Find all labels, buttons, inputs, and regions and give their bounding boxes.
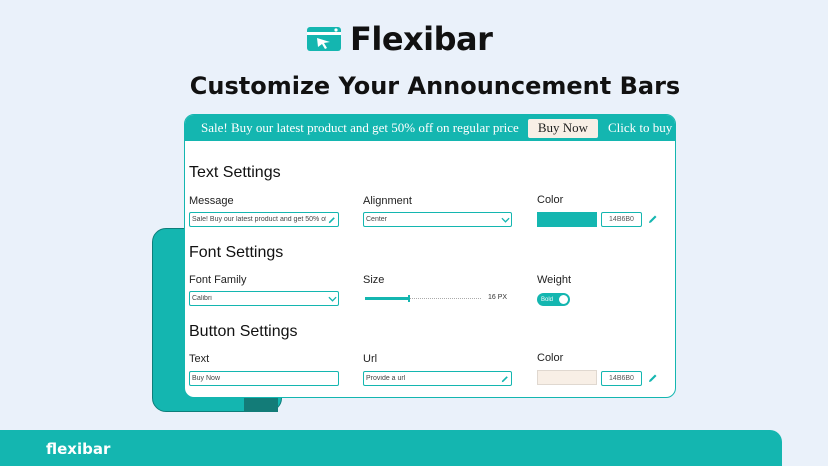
url-label: Url xyxy=(363,353,378,365)
font-size-value: 16 PX xyxy=(488,294,508,301)
button-text-label: Text xyxy=(189,353,210,365)
page-headline: Customize Your Announcement Bars xyxy=(189,72,681,100)
buy-now-button[interactable]: Buy Now xyxy=(527,118,599,138)
alignment-value: Center xyxy=(366,216,388,223)
size-label: Size xyxy=(363,274,385,286)
message-value: Sale! Buy our latest product and get 50%… xyxy=(192,216,326,223)
url-placeholder: Provide a url xyxy=(366,375,406,382)
text-color-label: Color xyxy=(537,194,564,206)
chevron-down-icon xyxy=(326,296,338,302)
button-color-swatch[interactable] xyxy=(537,370,597,385)
announcement-bar-preview: Sale! Buy our latest product and get 50%… xyxy=(185,115,675,141)
slider-fill xyxy=(365,297,408,300)
button-text-field[interactable]: Buy Now xyxy=(189,371,339,386)
ticket-arrow-icon xyxy=(307,27,341,51)
brand-name: Flexibar xyxy=(350,20,493,58)
font-family-label: Font Family xyxy=(189,274,247,286)
text-settings-title: Text Settings xyxy=(189,164,281,181)
pencil-icon[interactable] xyxy=(648,214,658,224)
slider-track-rest xyxy=(408,298,482,299)
brand-logo: Flexibar xyxy=(306,20,493,58)
click-to-buy-link[interactable]: Click to buy xyxy=(608,120,672,136)
footer-brand: flexibar xyxy=(46,440,111,458)
settings-card: Sale! Buy our latest product and get 50%… xyxy=(184,114,676,398)
button-settings-title: Button Settings xyxy=(189,323,298,340)
text-color-swatch[interactable] xyxy=(537,212,597,227)
weight-label: Weight xyxy=(537,274,572,286)
bold-toggle[interactable]: Bold xyxy=(537,293,570,306)
message-field[interactable]: Sale! Buy our latest product and get 50%… xyxy=(189,212,339,227)
url-field[interactable]: Provide a url xyxy=(363,371,512,386)
slider-thumb[interactable] xyxy=(408,295,410,302)
pencil-icon[interactable] xyxy=(648,373,658,383)
font-family-select[interactable]: Calibri xyxy=(189,291,339,306)
bold-toggle-label: Bold xyxy=(541,296,554,303)
footer-bar: flexibar xyxy=(0,430,782,466)
pencil-icon[interactable] xyxy=(499,375,511,383)
text-color-hex[interactable]: 14B6B0 xyxy=(601,212,642,227)
button-text-value: Buy Now xyxy=(192,375,221,382)
button-color-hex[interactable]: 14B6B0 xyxy=(601,371,642,386)
chevron-down-icon xyxy=(499,217,511,223)
button-color-label: Color xyxy=(537,352,564,364)
pencil-icon[interactable] xyxy=(326,216,338,224)
font-settings-title: Font Settings xyxy=(189,244,284,261)
alignment-label: Alignment xyxy=(363,195,412,207)
alignment-select[interactable]: Center xyxy=(363,212,512,227)
message-label: Message xyxy=(189,195,234,207)
font-size-slider[interactable] xyxy=(365,295,482,302)
font-family-value: Calibri xyxy=(192,295,212,302)
announcement-message: Sale! Buy our latest product and get 50%… xyxy=(201,120,519,135)
toggle-knob xyxy=(559,295,568,304)
